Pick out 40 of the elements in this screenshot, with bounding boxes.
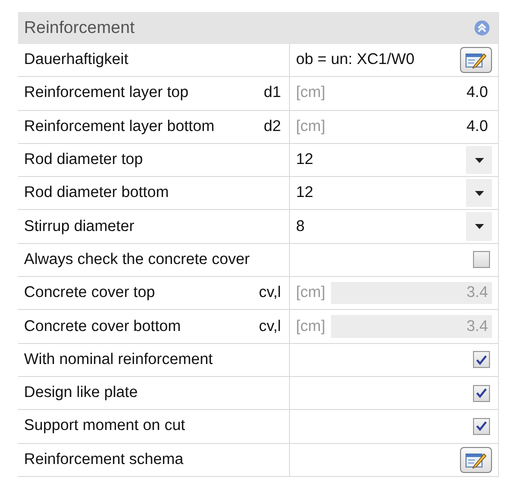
unit-label: [cm] (296, 118, 326, 136)
checkbox[interactable] (473, 351, 490, 368)
caret-icon (474, 190, 484, 196)
caret-icon (474, 158, 484, 163)
property-label: Always check the concrete cover (24, 250, 250, 269)
checkbox[interactable] (473, 418, 490, 435)
property-label: Stirrup diameter (24, 218, 134, 236)
property-label: Reinforcement layer bottom (24, 118, 214, 136)
collapse-icon[interactable] (474, 20, 490, 36)
unit-label: [cm] (296, 84, 326, 102)
checkbox[interactable] (473, 251, 490, 268)
edit-icon (465, 450, 487, 469)
symbol-label: d1 (264, 84, 281, 102)
panel-title: Reinforcement (24, 18, 135, 38)
property-label: Design like plate (24, 384, 138, 402)
property-label: Rod diameter top (24, 151, 143, 170)
number-field[interactable]: 4.0 (331, 82, 492, 105)
caret-icon (474, 224, 484, 230)
unit-label: [cm] (296, 284, 326, 302)
field-value: ob = un: XC1/W0 (296, 51, 414, 70)
edit-icon (465, 51, 487, 70)
property-label: With nominal reinforcement (24, 350, 213, 369)
property-label: Rod diameter bottom (24, 184, 169, 202)
dropdown[interactable]: 12 (296, 146, 492, 174)
symbol-label: cv,l (258, 284, 281, 302)
dropdown[interactable]: 8 (296, 212, 492, 241)
symbol-label: cv,l (258, 318, 281, 336)
property-label: Concrete cover top (24, 284, 155, 302)
edit-button[interactable] (460, 47, 492, 74)
property-label: Dauerhaftigkeit (24, 51, 128, 70)
property-label: Reinforcement schema (24, 450, 184, 469)
property-label: Concrete cover bottom (24, 318, 181, 336)
number-field[interactable]: 4.0 (331, 116, 492, 138)
dropdown[interactable]: 12 (296, 179, 492, 208)
edit-button[interactable] (460, 446, 492, 473)
property-label: Support moment on cut (24, 417, 186, 436)
unit-label: [cm] (296, 318, 326, 336)
symbol-label: d2 (264, 118, 281, 136)
property-label: Reinforcement layer top (24, 84, 189, 102)
checkbox[interactable] (473, 384, 490, 402)
